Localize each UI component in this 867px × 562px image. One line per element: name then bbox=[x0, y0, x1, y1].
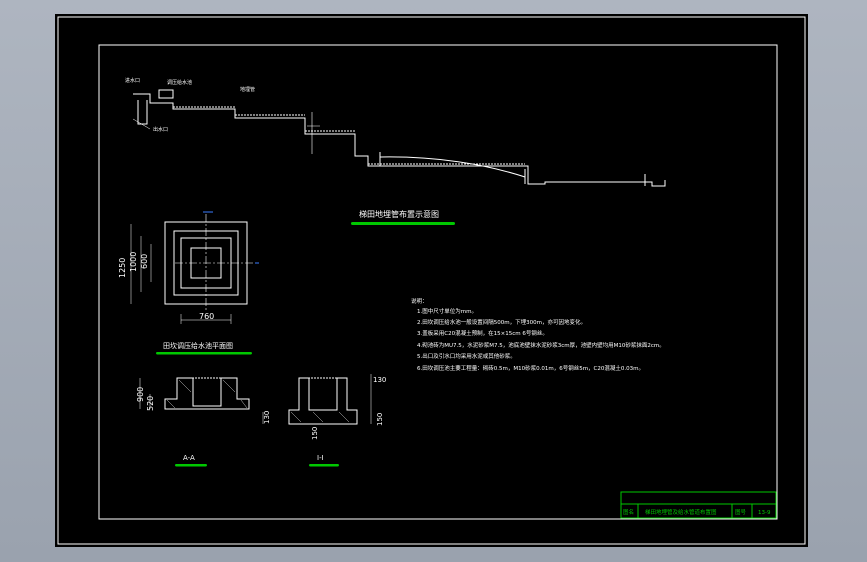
profile-labels: 进水口 调压给水池 地埋管 出水口 bbox=[125, 77, 255, 133]
profile-label-inlet: 进水口 bbox=[125, 77, 140, 84]
dim-inner: 600 bbox=[140, 254, 149, 269]
terrace-profile bbox=[132, 89, 666, 187]
outer-frame bbox=[57, 16, 806, 545]
title-block: 图名 梯田地埋管及给水管道布置图 图号 13-9 bbox=[620, 491, 777, 519]
note-4: 4.砌池砖为MU7.5，水泥砂浆M7.5，池底池壁抹水泥砂浆3cm厚，池壁内壁均… bbox=[417, 341, 665, 349]
notes: 说明： 1.图中尺寸单位为mm。 2.田坎调压给水池一般设置间隔500m，下埋3… bbox=[411, 297, 665, 372]
plan-title: 田坎调压给水池平面图 bbox=[163, 341, 233, 350]
inner-frame bbox=[98, 44, 778, 520]
dim-section-cap: 130 bbox=[373, 376, 386, 384]
titleblock-num: 13-9 bbox=[758, 510, 771, 516]
dim-section-base2: 150 bbox=[311, 427, 319, 440]
dim-section-total: 900 bbox=[136, 387, 145, 402]
plan-title-underline bbox=[156, 352, 252, 355]
dim-section-base: 130 bbox=[263, 411, 271, 424]
profile-title: 梯田地埋管布置示意图 bbox=[359, 209, 439, 219]
section-a-underline bbox=[175, 464, 207, 467]
dim-overall: 1250 bbox=[118, 258, 127, 278]
profile-label-pool: 调压给水池 bbox=[167, 79, 192, 86]
titleblock-num-label: 图号 bbox=[735, 508, 747, 516]
note-1: 1.图中尺寸单位为mm。 bbox=[417, 307, 477, 315]
note-3: 3.盖板采用C20混凝土预制，在15×15cm 6号钢丝。 bbox=[417, 329, 548, 337]
section-i-underline bbox=[309, 464, 339, 467]
note-6: 6.田坎调压池主要工程量：砌砖0.5m，M10砂浆0.01m，6号钢丝5m，C2… bbox=[417, 364, 644, 372]
section-a bbox=[139, 377, 250, 410]
note-5: 5.出口及引水口均采用水泥或其他砂浆。 bbox=[417, 352, 516, 360]
profile-title-underline bbox=[351, 222, 455, 225]
drawing-viewport[interactable]: 进水口 调压给水池 地埋管 出水口 梯田地埋管布置示意图 1250 1000 6… bbox=[55, 14, 808, 547]
notes-title: 说明： bbox=[411, 297, 428, 305]
dim-section-depth: 150 bbox=[376, 413, 384, 426]
plan-view bbox=[130, 211, 259, 324]
cad-drawing: 进水口 调压给水池 地埋管 出水口 梯田地埋管布置示意图 1250 1000 6… bbox=[57, 16, 806, 545]
note-2: 2.田坎调压给水池一般设置间隔500m，下埋300m，亦可因地变化。 bbox=[417, 318, 586, 326]
section-i bbox=[262, 374, 372, 425]
section-a-label: A-A bbox=[183, 454, 195, 462]
section-i-label: I-I bbox=[317, 454, 324, 462]
titleblock-name-label: 图名 bbox=[623, 508, 634, 516]
dim-mid: 1000 bbox=[129, 252, 138, 272]
profile-label-outlet: 出水口 bbox=[153, 126, 168, 133]
dim-section-part: 520 bbox=[146, 396, 155, 411]
dim-width: 760 bbox=[199, 312, 214, 321]
profile-label-pipe: 地埋管 bbox=[240, 86, 255, 93]
titleblock-name: 梯田地埋管及给水管道布置图 bbox=[645, 508, 717, 516]
